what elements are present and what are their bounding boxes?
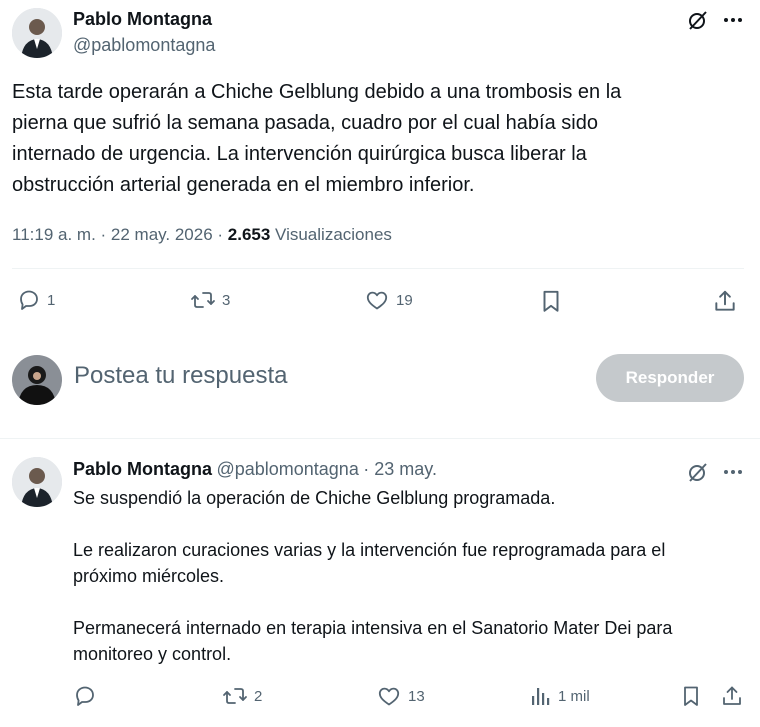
reply-retweet-count: 2	[254, 687, 263, 705]
reply-text: Se suspendió la operación de Chiche Gelb…	[73, 485, 753, 667]
reply-count: 1	[47, 291, 56, 309]
share-icon	[715, 290, 735, 311]
like-icon	[378, 687, 400, 706]
reply-paragraph: Le realizaron curaciones varias y la int…	[73, 540, 666, 586]
reply-more-icon[interactable]	[721, 460, 745, 484]
author-handle[interactable]: @pablomontagna	[73, 35, 215, 56]
reply-icon	[76, 686, 94, 706]
reply-avatar[interactable]	[12, 457, 62, 507]
retweet-icon	[223, 688, 247, 704]
tweet-meta: 11:19 a. m. · 22 may. 2026 · 2.653 Visua…	[12, 225, 392, 245]
grok-icon[interactable]	[686, 8, 710, 32]
reply-paragraph: Permanecerá internado en terapia intensi…	[73, 618, 673, 664]
avatar-image	[12, 8, 62, 58]
reply-bookmark-button[interactable]	[679, 683, 703, 714]
composer-avatar[interactable]	[12, 355, 62, 405]
views-icon	[532, 688, 550, 705]
tweet-text-line: internado de urgencia. La intervención q…	[12, 143, 587, 165]
reply-retweet-button[interactable]: 2	[222, 684, 262, 708]
divider	[0, 438, 760, 439]
reply-reply-button[interactable]	[73, 684, 97, 708]
more-icon[interactable]	[721, 8, 745, 32]
tweet-text: Esta tarde operarán a Chiche Gelblung de…	[12, 77, 752, 201]
tweet-text-line: Esta tarde operarán a Chiche Gelblung de…	[12, 81, 622, 103]
reply-paragraph: Se suspendió la operación de Chiche Gelb…	[73, 488, 556, 508]
composer-avatar-image	[12, 355, 62, 405]
share-icon	[723, 686, 741, 705]
bookmark-icon	[543, 290, 559, 312]
retweet-count: 3	[222, 291, 231, 309]
reply-share-button[interactable]	[720, 683, 744, 714]
reply-like-count: 13	[408, 687, 425, 705]
reply-views-button[interactable]: 1 mil	[530, 684, 590, 708]
reply-input[interactable]: Postea tu respuesta	[74, 362, 574, 396]
retweet-button[interactable]: 3	[190, 288, 230, 312]
avatar[interactable]	[12, 8, 62, 58]
respond-button[interactable]: Responder	[596, 354, 744, 402]
tweet-timestamp[interactable]: 11:19 a. m. · 22 may. 2026 ·	[12, 225, 228, 244]
reply-views-count: 1 mil	[558, 687, 590, 705]
retweet-icon	[191, 292, 215, 308]
like-icon	[366, 291, 388, 310]
author-name[interactable]: Pablo Montagna	[73, 9, 212, 30]
reply-like-button[interactable]: 13	[376, 684, 425, 708]
bookmark-button[interactable]	[538, 288, 564, 319]
like-button[interactable]: 19	[364, 288, 413, 312]
views-count: 2.653	[227, 225, 271, 244]
reply-author-handle[interactable]: @pablomontagna	[216, 459, 358, 479]
reply-date[interactable]: · 23 may.	[363, 459, 437, 479]
tweet-text-line: obstrucción arterial generada en el miem…	[12, 174, 475, 196]
views-label: Visualizaciones	[275, 225, 392, 244]
like-count: 19	[396, 291, 413, 309]
divider	[12, 268, 744, 269]
reply-icon	[20, 290, 38, 310]
reply-header: Pablo Montagna @pablomontagna · 23 may.	[73, 459, 437, 480]
bookmark-icon	[684, 686, 698, 706]
reply-avatar-image	[12, 457, 62, 507]
tweet-text-line: pierna que sufrió la semana pasada, cuad…	[12, 112, 598, 134]
reply-author-name[interactable]: Pablo Montagna	[73, 459, 212, 479]
reply-button[interactable]: 1	[17, 288, 55, 312]
reply-grok-icon[interactable]	[686, 460, 710, 484]
share-button[interactable]	[712, 288, 738, 319]
